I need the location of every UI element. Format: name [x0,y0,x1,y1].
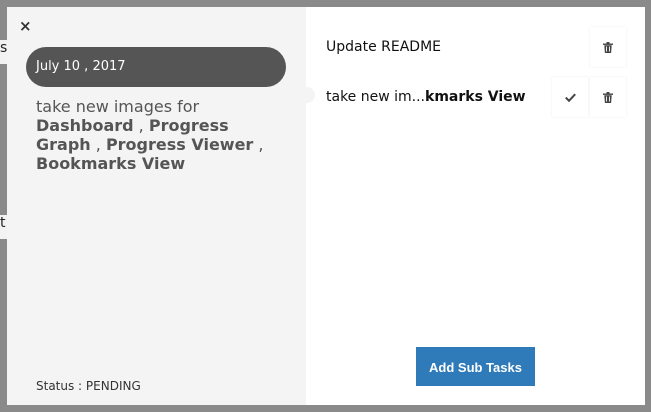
task-title: take new images for Dashboard , Progress… [36,97,286,173]
delete-subtask-button[interactable] [590,27,626,67]
task-item: Progress Viewer [105,135,254,154]
task-item: Bookmarks View [36,154,186,173]
subtask-modal: × July 10 , 2017 take new images for Das… [7,7,645,405]
subtask-row: take new im...kmarks View [306,77,628,117]
subtask-label-text: Update README [326,39,442,55]
background-text-fragment: t [0,215,7,239]
task-separator: , [90,135,106,154]
subtask-label-text: take new im... [326,89,426,105]
background-text-fragment: s [0,40,7,64]
complete-subtask-button[interactable] [552,77,588,117]
task-date: July 10 , 2017 [26,47,286,87]
checkmark-icon [564,93,576,102]
delete-subtask-button[interactable] [590,77,626,117]
add-sub-tasks-button[interactable]: Add Sub Tasks [416,347,535,386]
bg-frag-text: t [0,215,6,231]
task-status: Status : PENDING [36,379,141,393]
subtask-row: Update README [306,27,628,67]
subtask-label: take new im...kmarks View [326,77,526,117]
trash-icon [603,91,613,103]
task-title-prefix: take new images for [36,97,200,116]
task-separator: , [253,135,264,154]
subtask-label: Update README [326,27,441,67]
subtask-label-bold: kmarks View [425,89,526,105]
task-item: Dashboard [36,116,134,135]
trash-icon [603,41,613,53]
task-details-pane: × July 10 , 2017 take new images for Das… [7,7,306,405]
close-icon[interactable]: × [19,19,33,34]
task-separator: , [133,116,149,135]
